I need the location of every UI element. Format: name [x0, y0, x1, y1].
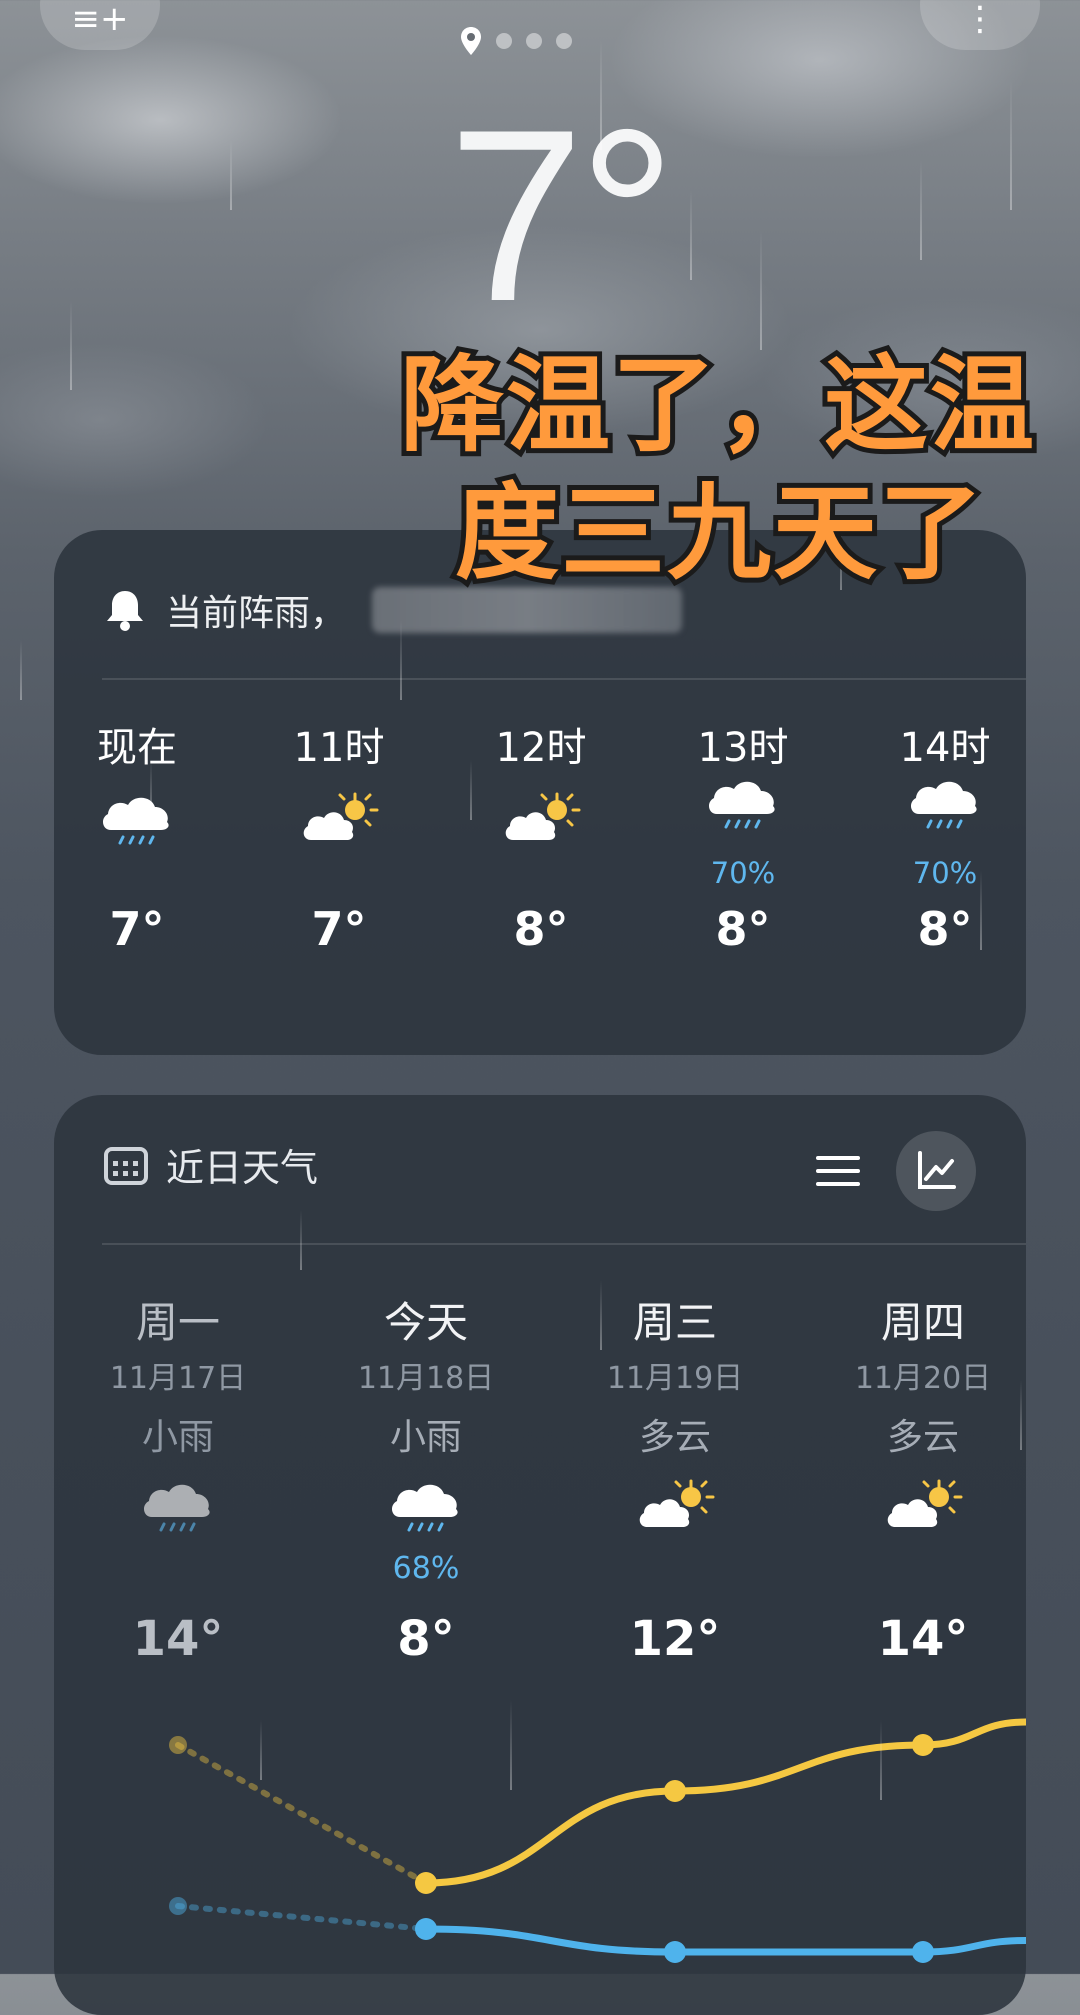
city-page-indicator[interactable] — [460, 26, 572, 56]
location-pin-icon — [461, 27, 481, 55]
high-temp-point — [912, 1734, 934, 1756]
page-dot — [526, 33, 542, 49]
divider — [102, 678, 1026, 680]
rain-streak — [230, 140, 232, 210]
low-temp-point — [912, 1941, 934, 1963]
hour-icon-wrap — [67, 774, 207, 894]
hour-temp: 8° — [917, 902, 973, 956]
hour-label: 14时 — [899, 725, 991, 771]
hourly-item[interactable]: 13时 70% 8° — [673, 722, 813, 956]
hourly-item[interactable]: 14时 70% 8° — [875, 722, 1015, 956]
hourly-forecast-card[interactable]: 当前阵雨， 现在 7° 11时 7° 12时 8° 13时 70% 8° 14时 70% 8° — [54, 530, 1026, 1055]
hour-label: 现在 — [97, 725, 177, 771]
page-dot — [556, 33, 572, 49]
low-temp-point — [415, 1918, 437, 1940]
rain-cloud-icon — [102, 797, 169, 845]
hour-label: 11时 — [293, 725, 385, 771]
hour-icon-wrap — [269, 774, 409, 894]
overlay-caption-line-2: 度三九天了 — [450, 472, 988, 594]
low-temp-point — [664, 1941, 686, 1963]
current-temperature: 7° — [448, 78, 676, 352]
partly-cloudy-icon — [303, 792, 379, 840]
hour-icon-wrap: 70% — [673, 774, 813, 894]
add-city-icon: ≡+ — [71, 0, 129, 39]
rain-streak — [1010, 80, 1012, 210]
overlay-caption-line-1: 降温了，这温 — [395, 344, 1039, 466]
hour-label: 12时 — [495, 725, 587, 771]
rain-streak — [690, 190, 692, 280]
partly-cloudy-icon — [505, 792, 581, 840]
add-city-button[interactable]: ≡+ — [40, 0, 160, 50]
high-temp-point — [415, 1872, 437, 1894]
rain-streak — [760, 230, 762, 350]
low-temp-line — [422, 1925, 1026, 1956]
alert-text: 当前阵雨， — [166, 593, 347, 634]
hour-icon-wrap — [471, 774, 611, 894]
hour-temp: 7° — [109, 902, 165, 956]
rain-streak — [920, 160, 922, 260]
daily-forecast-card[interactable]: 近日天气 周一 11月17日 小雨 14° 今天 11月18日 小雨 68% 8° 周三 11月19… — [54, 1095, 1026, 2015]
high-temp-point — [664, 1780, 686, 1802]
high-temp-line — [422, 1718, 1026, 1887]
page-dot — [496, 33, 512, 49]
hour-icon-wrap: 70% — [875, 774, 1015, 894]
more-options-button[interactable]: ⋮ — [920, 0, 1040, 50]
temperature-trend-chart — [169, 1718, 1026, 1963]
rain-streak — [20, 640, 22, 700]
high-temp-past-segment — [175, 1742, 429, 1886]
hour-temp: 8° — [513, 902, 569, 956]
high-temp-point — [169, 1736, 187, 1754]
hourly-item[interactable]: 12时 8° — [471, 722, 611, 956]
precip-chance: 70% — [710, 856, 776, 890]
hour-temp: 8° — [715, 902, 771, 956]
hourly-item[interactable]: 11时 7° — [269, 722, 409, 956]
rain-streak — [70, 300, 72, 390]
more-options-icon: ⋮ — [963, 0, 997, 39]
hourly-item[interactable]: 现在 7° — [67, 722, 207, 956]
low-temp-point — [169, 1897, 187, 1915]
rain-cloud-icon — [910, 781, 977, 829]
low-temp-past-segment — [175, 1903, 429, 1932]
hour-temp: 7° — [311, 902, 367, 956]
rain-cloud-icon — [708, 781, 775, 829]
bell-icon — [107, 591, 143, 631]
precip-chance: 70% — [912, 856, 978, 890]
hour-label: 13时 — [697, 725, 789, 771]
